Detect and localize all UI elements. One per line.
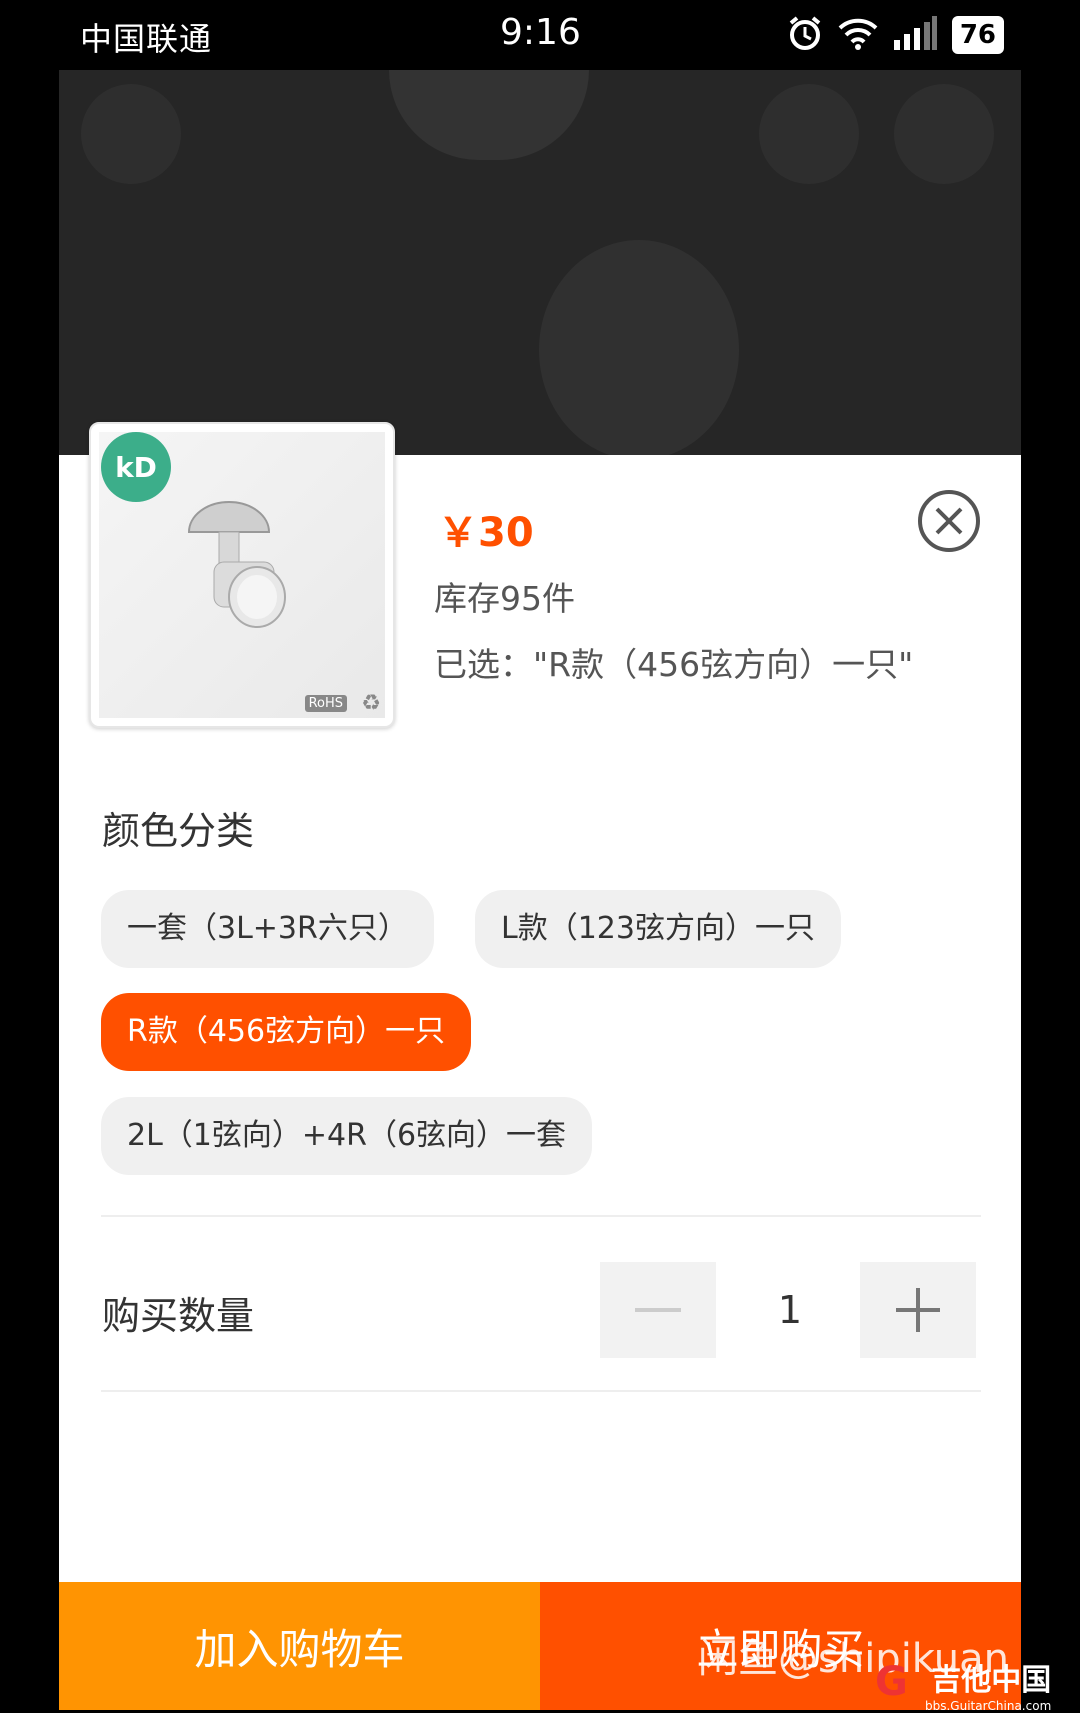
clock: 9:16 — [500, 12, 581, 53]
plus-icon — [896, 1288, 940, 1332]
decrease-button[interactable] — [600, 1262, 716, 1358]
site-logo: G 吉他中国 bbs.GuitarChina.com — [875, 1655, 1052, 1713]
backdrop-shape — [81, 84, 181, 184]
dimmed-backdrop[interactable] — [59, 70, 1021, 455]
increase-button[interactable] — [860, 1262, 976, 1358]
battery-indicator: 76 — [951, 16, 1004, 54]
carrier-label: 中国联通 — [80, 20, 213, 58]
wifi-icon — [838, 16, 878, 54]
backdrop-shape — [389, 70, 589, 160]
product-thumbnail: kD RoHS ♻ — [89, 422, 395, 728]
recycle-icon: ♻ — [361, 691, 381, 716]
stock-count: 库存95件 — [434, 579, 575, 618]
backdrop-shape — [759, 84, 859, 184]
color-section-title: 颜色分类 — [102, 809, 255, 853]
backdrop-shape — [539, 240, 739, 455]
site-logo-mark: G — [875, 1659, 908, 1705]
price: ￥30 — [438, 510, 534, 556]
backdrop-shape — [894, 84, 994, 184]
divider — [101, 1215, 981, 1217]
selected-sku: 已选："R款（456弦方向）一只" — [434, 645, 914, 684]
alarm-icon — [786, 14, 824, 56]
sku-option[interactable]: L款（123弦方向）一只 — [475, 890, 841, 968]
brand-logo: kD — [101, 432, 171, 502]
sku-option[interactable]: 2L（1弦向）+4R（6弦向）一套 — [101, 1097, 593, 1175]
divider — [101, 1390, 981, 1392]
add-to-cart-button[interactable]: 加入购物车 — [59, 1582, 540, 1710]
signal-icon — [892, 16, 938, 54]
site-logo-text: 吉他中国 — [931, 1663, 1052, 1698]
close-icon — [935, 507, 963, 535]
quantity-label: 购买数量 — [102, 1294, 255, 1338]
close-button[interactable] — [918, 490, 980, 552]
status-bar: 中国联通 9:16 76 — [0, 0, 1080, 70]
rohs-badge: RoHS — [304, 695, 347, 712]
minus-icon — [635, 1308, 681, 1312]
status-icons: 76 — [786, 14, 1004, 56]
sku-option[interactable]: 一套（3L+3R六只） — [101, 890, 434, 968]
product-image: kD RoHS ♻ — [99, 432, 385, 718]
sku-option-selected[interactable]: R款（456弦方向）一只 — [101, 993, 472, 1071]
tuner-peg-illustration — [187, 501, 286, 628]
quantity-value[interactable]: 1 — [720, 1262, 860, 1358]
site-logo-url: bbs.GuitarChina.com — [925, 1699, 1052, 1713]
